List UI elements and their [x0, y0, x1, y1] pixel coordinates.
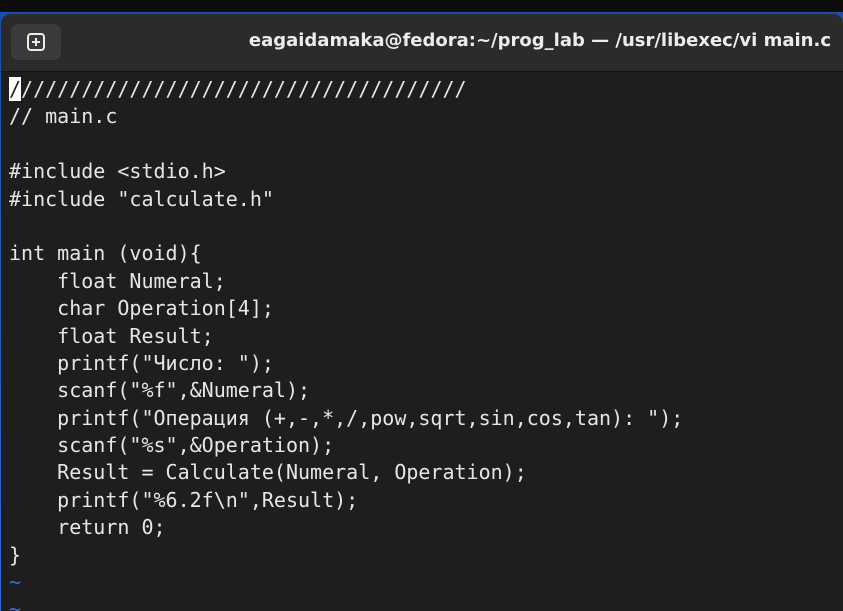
code-line-2: // main.c	[9, 104, 118, 129]
desktop: eagaidamaka@fedora:~/prog_lab — /usr/lib…	[0, 0, 843, 611]
code-line-15: Result = Calculate(Numeral, Operation);	[9, 460, 527, 485]
window-title: eagaidamaka@fedora:~/prog_lab — /usr/lib…	[248, 30, 831, 51]
code-line-5: #include "calculate.h"	[9, 186, 274, 211]
terminal-window[interactable]: eagaidamaka@fedora:~/prog_lab — /usr/lib…	[1, 14, 843, 611]
code-line-13: printf("Операция (+,-,*,/,pow,sqrt,sin,c…	[9, 405, 684, 430]
code-line-10: float Result;	[9, 323, 214, 348]
code-line-8: float Numeral;	[9, 268, 226, 293]
top-panel	[0, 0, 843, 12]
code-line-7: int main (void){	[9, 241, 202, 266]
code-line-4: #include <stdio.h>	[9, 159, 226, 184]
code-area[interactable]: ////////////////////////////////////////…	[1, 72, 843, 611]
code-line-14: scanf("%s",&Operation);	[9, 433, 335, 458]
empty-line-marker: ~	[9, 597, 22, 611]
code-line-9: char Operation[4];	[9, 296, 274, 321]
code-line-18: }	[9, 542, 22, 567]
title-bar[interactable]: eagaidamaka@fedora:~/prog_lab — /usr/lib…	[1, 14, 843, 72]
text-cursor: /	[9, 77, 22, 101]
vi-editor[interactable]: ////////////////////////////////////////…	[1, 72, 843, 611]
empty-line-marker: ~	[9, 570, 22, 595]
code-line-17: return 0;	[9, 515, 166, 540]
code-line-12: scanf("%f",&Numeral);	[9, 378, 311, 403]
code-line-1: //////////////////////////////////////	[9, 76, 843, 103]
code-line-1-rest: /////////////////////////////////////	[21, 77, 467, 101]
code-line-16: printf("%6.2f\n",Result);	[9, 487, 359, 512]
code-line-11: printf("Число: ");	[9, 350, 274, 375]
